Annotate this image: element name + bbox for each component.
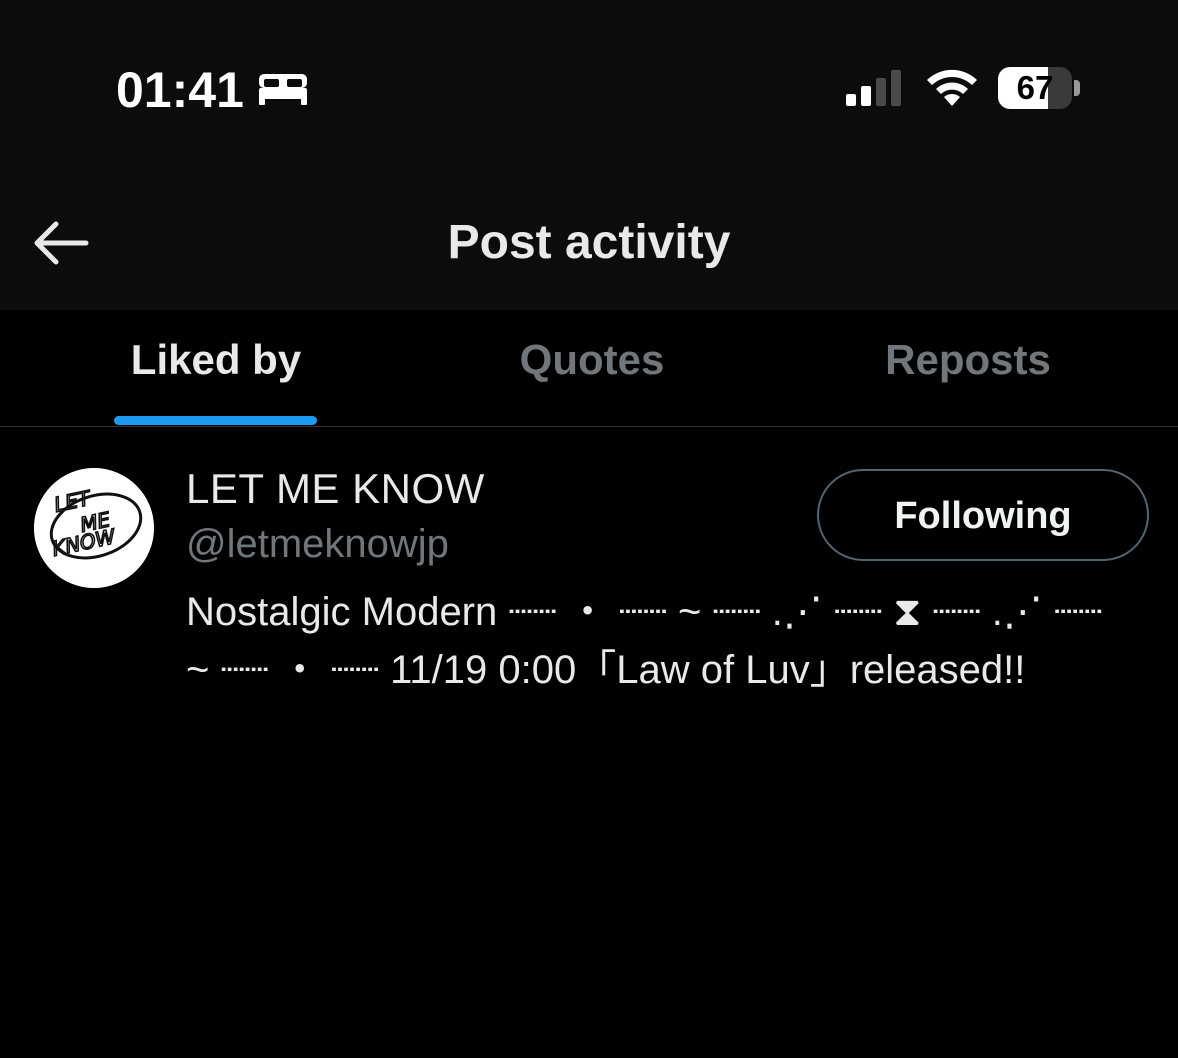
- tab-label: Liked by: [130, 336, 302, 383]
- tab-bar: Liked by Quotes Reposts: [0, 310, 1178, 427]
- status-bar: 01:41 67: [0, 0, 1178, 175]
- battery-level: 67: [1016, 69, 1054, 106]
- letmeknow-logo-icon: LET ME KNOW: [34, 468, 154, 588]
- battery-indicator: 67: [998, 67, 1082, 109]
- tab-label: Reposts: [885, 336, 1051, 383]
- user-display-name[interactable]: LET ME KNOW: [186, 463, 485, 515]
- battery-cap: [1074, 80, 1080, 96]
- status-time: 01:41: [116, 62, 244, 118]
- battery-body: 67: [998, 67, 1072, 109]
- user-handle: @letmeknowjp: [186, 522, 449, 566]
- active-tab-indicator: [114, 416, 317, 425]
- tab-quotes[interactable]: Quotes: [396, 310, 788, 426]
- top-app-bar: Post activity: [0, 175, 1178, 310]
- bed-icon: [259, 74, 307, 105]
- avatar[interactable]: LET ME KNOW: [34, 468, 154, 588]
- following-button[interactable]: Following: [817, 469, 1149, 561]
- tab-reposts[interactable]: Reposts: [772, 310, 1164, 426]
- cellular-signal-icon: [846, 70, 901, 106]
- tab-liked-by[interactable]: Liked by: [20, 310, 412, 426]
- wifi-icon: [927, 69, 977, 106]
- page-title: Post activity: [447, 216, 731, 269]
- user-bio: Nostalgic Modern ┈┈ ・ ┈┈ ~ ┈┈ .⋰ ┈┈ ⧗ ┈┈…: [186, 590, 1103, 692]
- list-item[interactable]: LET ME KNOW LET ME KNOW @letmeknowjp Fol…: [0, 427, 1178, 727]
- tab-label: Quotes: [519, 336, 665, 383]
